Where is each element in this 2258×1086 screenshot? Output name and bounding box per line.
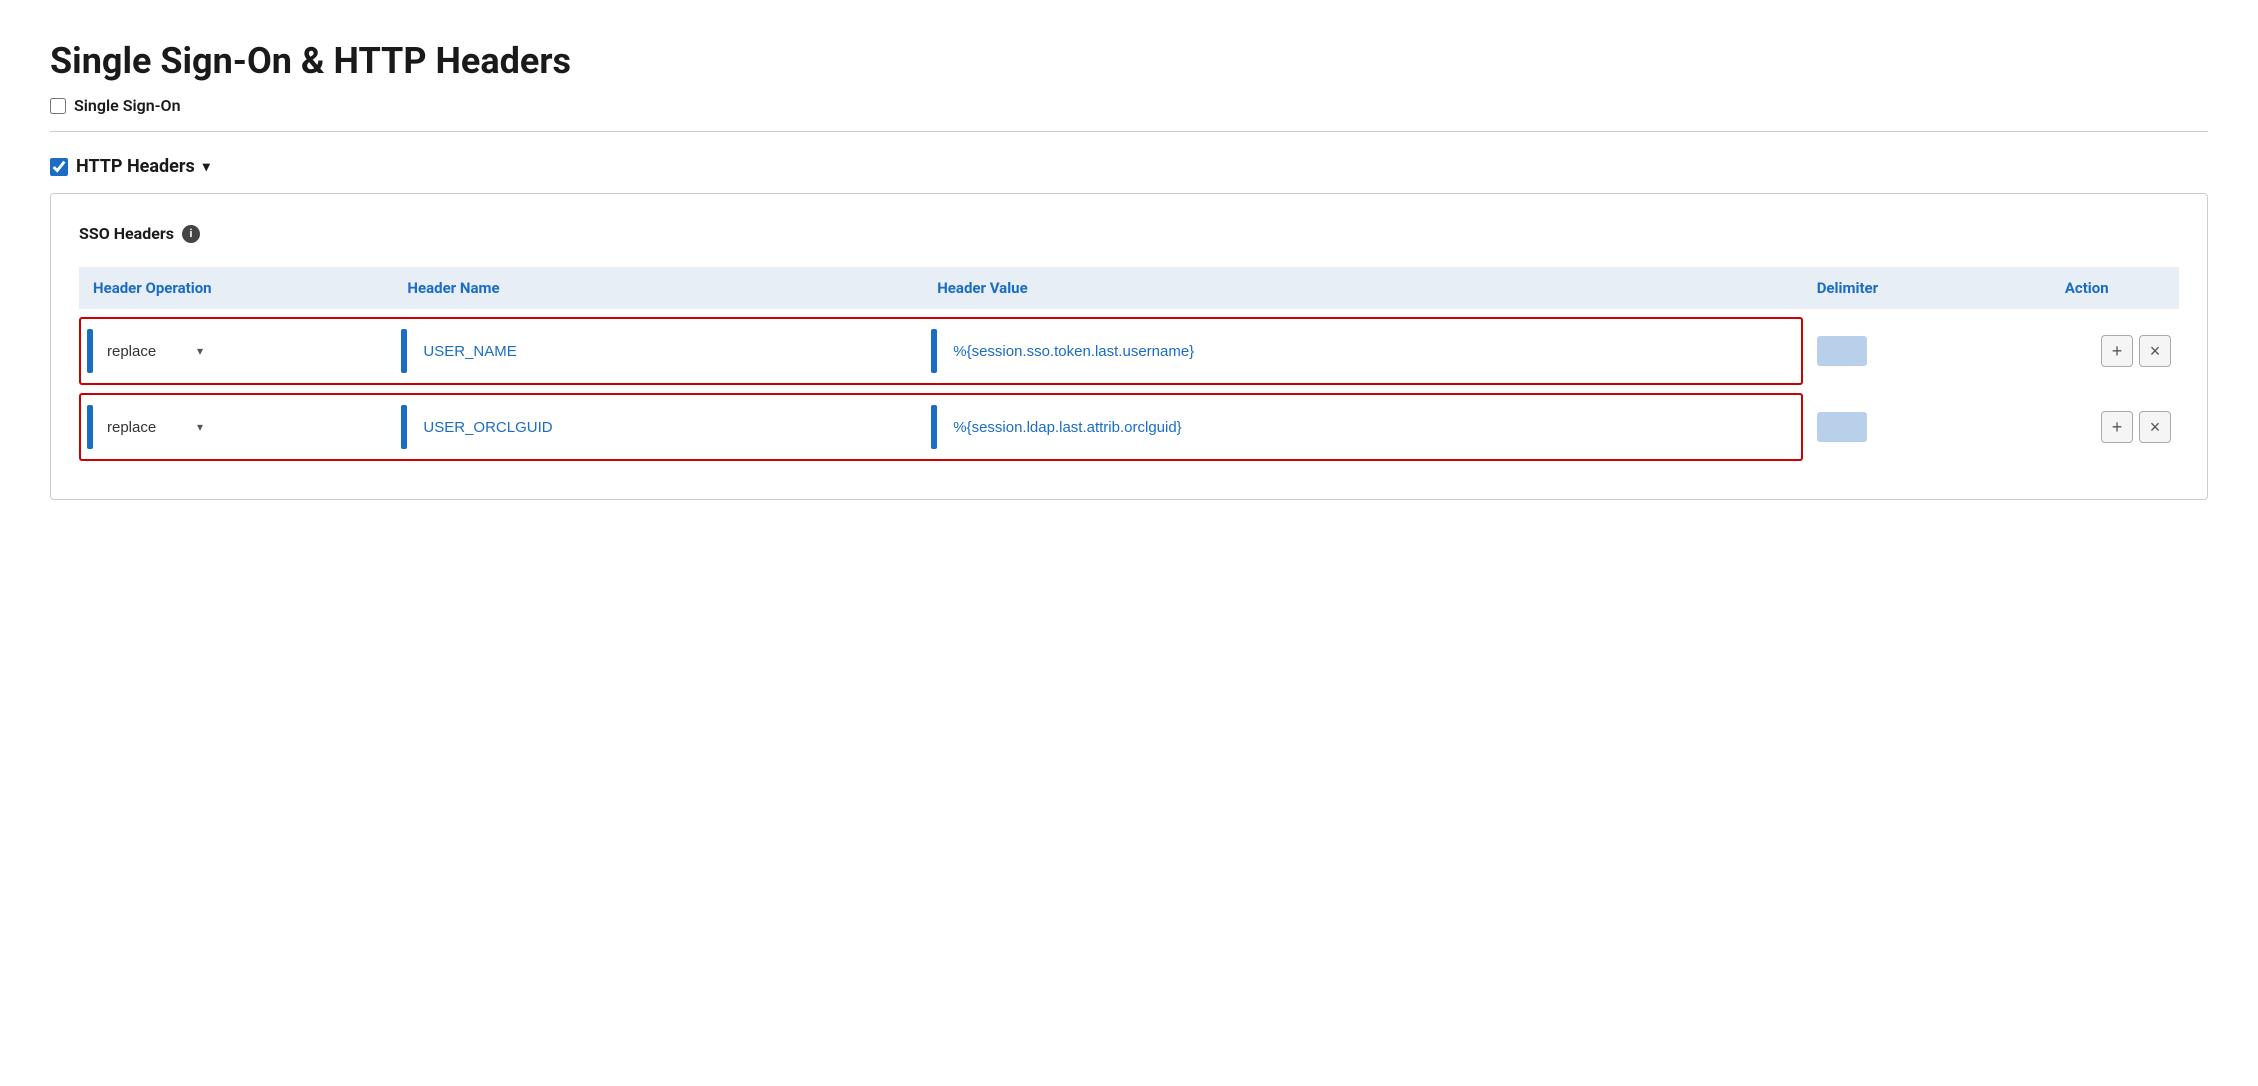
action-cell-1: + × — [1995, 317, 2180, 385]
blue-bar-name-2 — [401, 405, 407, 449]
operation-select-1[interactable]: replace add remove — [99, 335, 209, 368]
name-cell-2 — [393, 393, 923, 461]
sso-headers-table: Header Operation Header Name Header Valu… — [79, 259, 2179, 469]
remove-row-button-2[interactable]: × — [2139, 411, 2171, 443]
value-cell-2 — [923, 393, 1802, 461]
blue-bar-val-2 — [931, 405, 937, 449]
blue-bar-op-2 — [87, 405, 93, 449]
operation-cell-inner-2: replace add remove ▾ — [87, 405, 385, 449]
name-cell-1 — [393, 317, 923, 385]
sso-label-text: Single Sign-On — [74, 96, 181, 115]
operation-select-wrap-2[interactable]: replace add remove ▾ — [99, 411, 209, 444]
table-header-row: Header Operation Header Name Header Valu… — [79, 267, 2179, 309]
blue-bar-op-1 — [87, 329, 93, 373]
operation-cell-2: replace add remove ▾ — [79, 393, 393, 461]
operation-select-2[interactable]: replace add remove — [99, 411, 209, 444]
value-cell-inner-1 — [931, 329, 1792, 373]
header-value-input-1[interactable] — [943, 335, 1792, 368]
remove-row-button-1[interactable]: × — [2139, 335, 2171, 367]
action-buttons-1: + × — [2003, 335, 2172, 367]
http-label-text: HTTP Headers — [76, 156, 195, 177]
http-panel: SSO Headers i Header Operation Header Na… — [50, 193, 2208, 500]
chevron-down-icon[interactable]: ▾ — [203, 159, 210, 175]
operation-select-wrap-1[interactable]: replace add remove ▾ — [99, 335, 209, 368]
name-cell-inner-1 — [401, 329, 915, 373]
action-cell-2: + × — [1995, 393, 2180, 461]
delimiter-cell-2 — [1803, 393, 1995, 461]
table-row: replace add remove ▾ — [79, 393, 2179, 461]
col-header-name: Header Name — [393, 267, 923, 309]
operation-cell-inner-1: replace add remove ▾ — [87, 329, 385, 373]
col-header-value: Header Value — [923, 267, 1802, 309]
delimiter-box-1 — [1817, 336, 1867, 366]
delimiter-box-2 — [1817, 412, 1867, 442]
blue-bar-name-1 — [401, 329, 407, 373]
blue-bar-val-1 — [931, 329, 937, 373]
add-row-button-2[interactable]: + — [2101, 411, 2133, 443]
http-section: HTTP Headers ▾ SSO Headers i Header Oper… — [50, 156, 2208, 500]
action-buttons-2: + × — [2003, 411, 2172, 443]
http-header-label[interactable]: HTTP Headers ▾ — [50, 156, 2208, 177]
value-cell-inner-2 — [931, 405, 1792, 449]
sso-headers-label: SSO Headers i — [79, 224, 2179, 243]
header-name-input-2[interactable] — [413, 411, 632, 444]
section-divider — [50, 131, 2208, 132]
sso-section: Single Sign-On — [50, 96, 2208, 115]
operation-cell-1: replace add remove ▾ — [79, 317, 393, 385]
http-checkbox[interactable] — [50, 158, 68, 176]
add-row-button-1[interactable]: + — [2101, 335, 2133, 367]
sso-label[interactable]: Single Sign-On — [50, 96, 2208, 115]
col-header-operation: Header Operation — [79, 267, 393, 309]
name-cell-inner-2 — [401, 405, 915, 449]
header-value-input-2[interactable] — [943, 411, 1792, 444]
col-action: Action — [1995, 267, 2180, 309]
value-cell-1 — [923, 317, 1802, 385]
header-name-input-1[interactable] — [413, 335, 632, 368]
page-title: Single Sign-On & HTTP Headers — [50, 40, 2208, 82]
info-icon[interactable]: i — [182, 225, 200, 243]
col-delimiter: Delimiter — [1803, 267, 1995, 309]
sso-checkbox[interactable] — [50, 98, 66, 114]
sso-headers-text: SSO Headers — [79, 224, 174, 243]
delimiter-cell-1 — [1803, 317, 1995, 385]
table-row: replace add remove ▾ — [79, 317, 2179, 385]
